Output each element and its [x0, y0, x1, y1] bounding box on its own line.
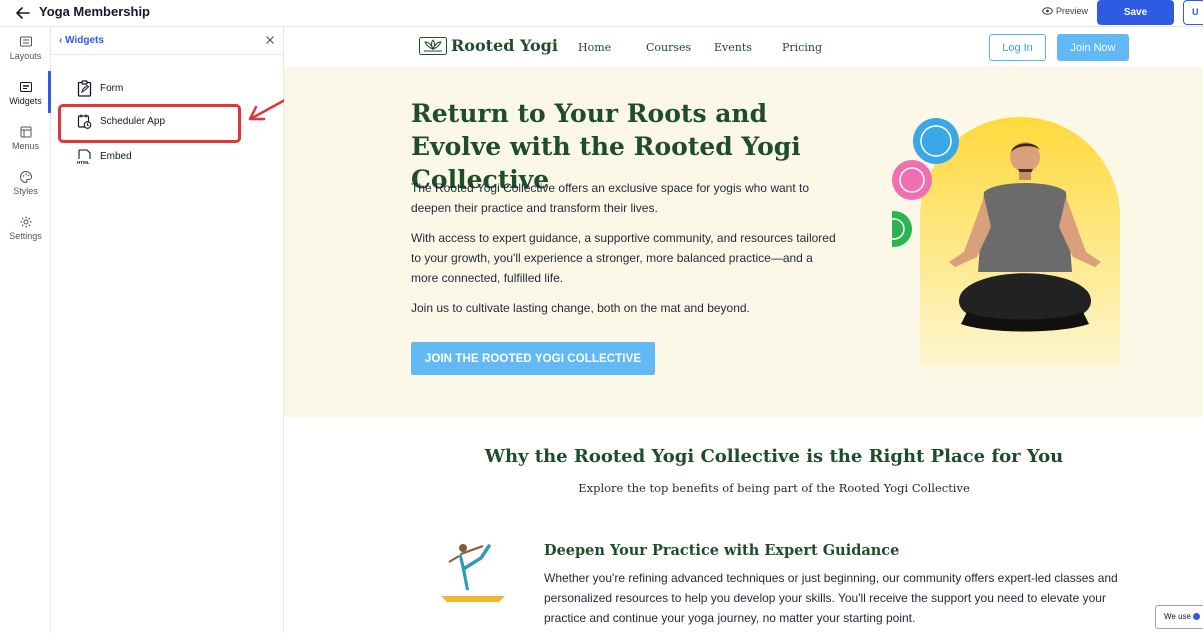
layouts-icon [19, 36, 32, 47]
rail-label-settings: Settings [9, 231, 42, 241]
palette-icon [19, 170, 32, 184]
logo-text: Rooted Yogi [451, 36, 558, 55]
rail-item-layouts[interactable]: Layouts [0, 35, 51, 75]
meditation-illustration [892, 117, 1120, 367]
hero-section: Return to Your Roots and Evolve with the… [284, 67, 1203, 417]
join-collective-button[interactable]: JOIN THE ROOTED YOGI COLLECTIVE [411, 342, 655, 375]
site-canvas: Rooted Yogi Home Courses Events Pricing … [284, 27, 1203, 633]
annotation-highlight-box [58, 104, 241, 143]
publish-button[interactable]: U [1183, 0, 1203, 25]
cookie-banner[interactable]: We use [1155, 605, 1203, 629]
close-icon[interactable] [264, 34, 276, 46]
lotus-logo-icon [419, 36, 447, 55]
why-section-subtitle: Explore the top benefits of being part o… [578, 481, 970, 495]
widget-item-form[interactable]: Form [77, 77, 123, 99]
feature-title: Deepen Your Practice with Expert Guidanc… [544, 542, 900, 559]
rail-item-menus[interactable]: Menus [0, 125, 51, 165]
panel-header: ‹ Widgets [51, 27, 284, 55]
cookie-badge-icon [1192, 613, 1200, 620]
rail-label-layouts: Layouts [9, 51, 42, 61]
rail-item-settings[interactable]: Settings [0, 215, 51, 255]
widget-item-embed[interactable]: HTML Embed [77, 145, 132, 167]
panel-back-label: Widgets [65, 35, 104, 46]
gear-icon [20, 216, 31, 228]
rail-item-styles[interactable]: Styles [0, 170, 51, 210]
rail-item-widgets[interactable]: Widgets [0, 80, 51, 120]
eye-icon [1042, 7, 1053, 15]
site-nav: Rooted Yogi Home Courses Events Pricing … [284, 27, 1203, 67]
html-embed-icon: HTML [77, 148, 91, 165]
panel-back-link[interactable]: ‹ Widgets [59, 35, 104, 46]
hero-paragraph-3: Join us to cultivate lasting change, bot… [411, 301, 750, 315]
login-button[interactable]: Log In [989, 34, 1046, 61]
rail-label-widgets: Widgets [9, 96, 42, 106]
nav-link-home[interactable]: Home [578, 41, 611, 54]
save-button[interactable]: Save [1097, 0, 1174, 25]
chevron-left-icon: ‹ [59, 35, 63, 46]
preview-label: Preview [1056, 6, 1089, 16]
site-logo[interactable]: Rooted Yogi [419, 36, 558, 55]
left-rail: Layouts Widgets Menus Styles Settings [0, 27, 51, 633]
why-section-title: Why the Rooted Yogi Collective is the Ri… [484, 446, 1064, 467]
rail-label-menus: Menus [11, 141, 39, 151]
svg-text:HTML: HTML [77, 160, 90, 165]
widget-label-embed: Embed [100, 150, 132, 162]
back-arrow-icon[interactable] [14, 4, 32, 22]
rail-label-styles: Styles [13, 186, 38, 196]
nav-link-events[interactable]: Events [714, 41, 752, 54]
feature-description: Whether you're refining advanced techniq… [544, 571, 1118, 625]
form-icon [77, 79, 92, 97]
menus-icon [20, 126, 31, 138]
widgets-icon [19, 82, 32, 92]
join-now-button[interactable]: Join Now [1057, 34, 1129, 61]
yoga-pose-illustration [441, 544, 505, 602]
cookie-label: We use [1164, 612, 1191, 621]
widget-label-form: Form [100, 82, 124, 94]
top-bar: Yoga Membership Preview Save U [0, 0, 1203, 27]
nav-link-pricing[interactable]: Pricing [782, 41, 822, 54]
hero-paragraph-2: With access to expert guidance, a suppor… [411, 231, 836, 285]
preview-button[interactable]: Preview [1042, 6, 1088, 16]
hero-paragraph-1: The Rooted Yogi Collective offers an exc… [411, 181, 810, 215]
app-title: Yoga Membership [39, 4, 151, 19]
nav-link-courses[interactable]: Courses [646, 41, 691, 54]
